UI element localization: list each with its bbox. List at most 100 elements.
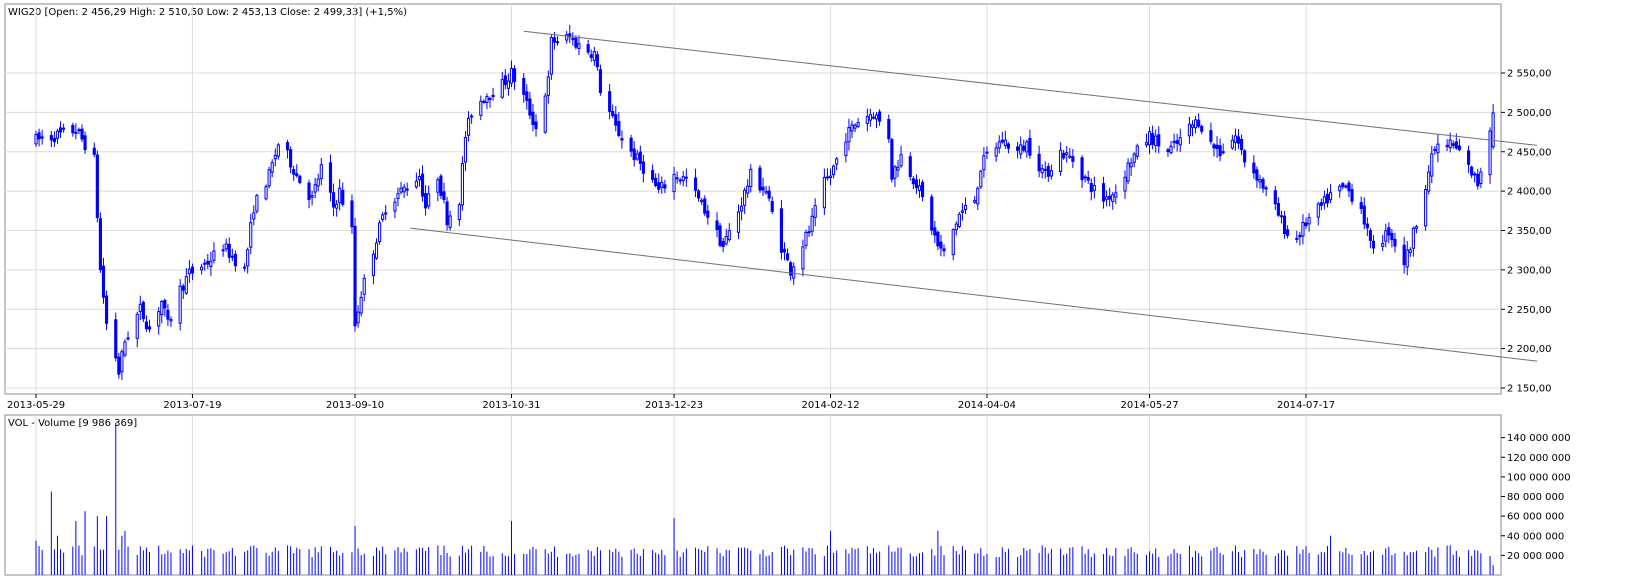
candle-body: [1322, 196, 1326, 204]
candle-body: [393, 201, 397, 212]
candle-body: [1135, 145, 1139, 157]
candle-body: [620, 138, 624, 141]
candle-body: [52, 137, 56, 143]
candle-body: [479, 100, 483, 116]
candle-body: [592, 51, 596, 62]
candle-body: [1264, 187, 1268, 190]
candle-body: [525, 91, 529, 102]
candle-body: [414, 180, 418, 188]
candle-body: [571, 37, 575, 40]
price-x-tick-label: 2013-07-19: [163, 400, 221, 411]
candle-body: [200, 266, 204, 271]
candle-body: [1304, 222, 1308, 227]
candle-body: [362, 277, 366, 295]
candle-body: [715, 220, 719, 231]
candle-body: [1126, 162, 1130, 182]
candle-body: [1059, 149, 1063, 172]
candle-body: [703, 198, 707, 214]
candle-body: [83, 135, 87, 150]
candle-body: [246, 249, 250, 267]
candle-body: [1433, 148, 1437, 151]
candle-body: [71, 124, 75, 134]
candle-body: [933, 227, 937, 236]
candle-body: [770, 201, 774, 212]
candle-body: [700, 199, 704, 203]
volume-y-tick-label: 60 000 000: [1507, 512, 1564, 523]
candle-body: [378, 222, 382, 242]
candle-body: [850, 124, 854, 132]
candle-body: [427, 193, 431, 207]
candle-body: [463, 136, 468, 163]
candle-body: [470, 115, 474, 118]
candle-body: [577, 43, 581, 49]
candle-body: [534, 121, 538, 130]
candle-body: [920, 181, 925, 198]
candle-body: [1240, 138, 1244, 151]
candle-body: [117, 356, 121, 375]
price-y-tick-label: 2 200,00: [1507, 344, 1552, 355]
candle-body: [1080, 157, 1084, 181]
candle-body: [1111, 194, 1115, 202]
volume-panel: [4, 414, 1502, 576]
candle-body: [982, 155, 986, 171]
candle-body: [485, 96, 489, 104]
candle-body: [1286, 229, 1290, 236]
candle-body: [1341, 183, 1345, 188]
candle-body: [1144, 142, 1149, 146]
candle-body: [374, 242, 379, 259]
candle-body: [1445, 144, 1449, 148]
candle-body: [1016, 146, 1020, 151]
candle-body: [908, 156, 912, 177]
candle-body: [684, 176, 688, 179]
candle-body: [460, 163, 464, 206]
candle-body: [942, 248, 946, 252]
candle-body: [1488, 130, 1492, 176]
candle-body: [1025, 141, 1029, 153]
price-x-tick-labels: 2013-05-29 2013-07-19 2013-09-10 2013-10-31…: [7, 400, 1335, 411]
candle-body: [657, 182, 661, 190]
candle-body: [810, 215, 814, 232]
candle-body: [147, 326, 152, 330]
candle-body: [957, 213, 961, 228]
candle-body: [1147, 131, 1152, 146]
candle-body: [522, 78, 526, 95]
candle-body: [405, 188, 409, 191]
candle-body: [1261, 179, 1265, 189]
price-x-tick-label: 2014-02-12: [801, 400, 859, 411]
candle-body: [1279, 215, 1284, 218]
candle-body: [381, 214, 385, 220]
candle-body: [1215, 144, 1219, 150]
candle-body: [92, 147, 96, 155]
candle-body: [273, 154, 277, 160]
candle-body: [509, 67, 514, 84]
candle-body: [1043, 168, 1047, 171]
candle-body: [1402, 244, 1406, 266]
price-y-tick-label: 2 450,00: [1507, 147, 1552, 158]
candle-body: [660, 181, 664, 188]
candle-body: [353, 225, 357, 327]
candle-body: [1092, 185, 1096, 191]
price-x-tick-label: 2013-09-10: [326, 400, 384, 411]
candle-body: [184, 276, 188, 294]
candle-body: [807, 231, 811, 234]
candle-body: [706, 210, 710, 218]
candle-body: [233, 253, 237, 267]
candle-body: [206, 260, 210, 265]
candle-body: [1307, 217, 1311, 225]
candle-body: [749, 168, 753, 187]
candle-body: [1282, 215, 1287, 235]
price-y-tick-label: 2 300,00: [1507, 265, 1552, 276]
candle-body: [954, 223, 958, 231]
candle-body: [384, 212, 388, 215]
candle-body: [638, 151, 642, 164]
candle-body: [144, 321, 149, 330]
candle-body: [310, 195, 314, 198]
candle-body: [1387, 227, 1391, 236]
candle-body: [1197, 119, 1201, 127]
candle-body: [58, 127, 63, 133]
candle-body: [1187, 123, 1192, 137]
candle-body: [1003, 139, 1007, 147]
price-x-tick-label: 2013-12-23: [645, 400, 703, 411]
candle-body: [1467, 150, 1471, 165]
candle-body: [681, 176, 685, 182]
